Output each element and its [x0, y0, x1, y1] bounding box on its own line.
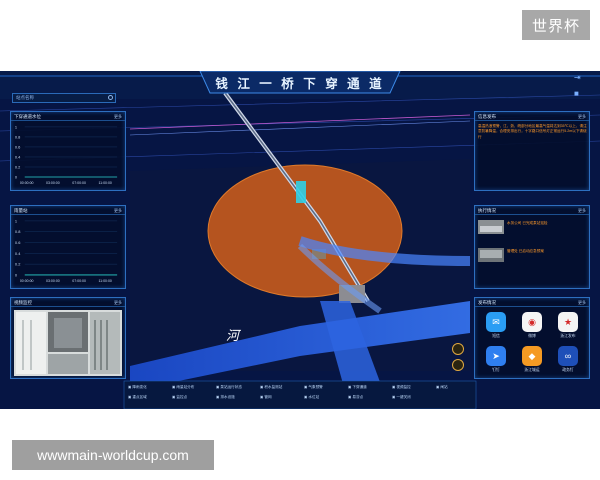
message-icon: ✉: [486, 312, 506, 332]
app-label: 短信: [492, 334, 500, 338]
water-level-more[interactable]: 更多: [114, 112, 122, 121]
water-level-ytick: 0.4: [15, 154, 21, 159]
layer-toggle-button[interactable]: [452, 343, 464, 355]
app-zhejiang[interactable]: ★ 浙江发布: [555, 312, 581, 339]
toolbar-item[interactable]: ▣ 泵站运行状态: [216, 385, 242, 390]
water-level-chart: 1 0.8 0.6 0.4 0.2 000:00:00 03:00:00 07:00:00 11…: [15, 124, 118, 185]
brand-badge: 世界杯: [522, 10, 590, 40]
app-message[interactable]: ✉ 短信: [483, 312, 509, 339]
toolbar-item[interactable]: ▣ 闸站: [436, 385, 448, 390]
video-panel: 视频监控 更多: [10, 297, 126, 379]
rain-ytick: 0.2: [15, 262, 20, 267]
water-level-title: 下穿通道水位: [11, 112, 125, 121]
river-label: 河: [226, 328, 240, 343]
page: 世界杯 钱 江 一 桥 下 穿 通 道 ⇥ ■ 站点名称 下穿通道水位 更多 1…: [0, 0, 600, 480]
release-more[interactable]: 更多: [578, 298, 586, 307]
toolbar-item[interactable]: ▣ 视频监控: [392, 385, 411, 390]
city-icon: ◆: [522, 346, 542, 366]
camera-icon[interactable]: ■: [574, 89, 579, 98]
rain-xtick: 07:00:00: [72, 279, 86, 283]
toolbar-item[interactable]: ▣ 雨量站分布: [172, 385, 194, 390]
search-icon[interactable]: [108, 95, 113, 100]
app-weibo[interactable]: ◉ 微博: [519, 312, 545, 339]
rain-ytick: 0.8: [15, 229, 21, 234]
release-panel: 发布情况 更多 ✉ 短信 ◉ 微博 ★ 浙江发布 ➤ 钉钉 ◆ 浙江城运 ∞ 政务钉: [474, 297, 590, 379]
url-badge: wwwmain-worldcup.com: [12, 440, 214, 470]
water-level-ytick: 0: [15, 174, 18, 179]
toolbar-item[interactable]: ▣ 积水监测站: [260, 385, 282, 390]
patrol-panel: 执行情况 更多 水务公司 已完成泵站巡检 管理处 已启动应急预案: [474, 205, 590, 289]
app-dingtalk[interactable]: ➤ 钉钉: [483, 346, 509, 373]
release-title: 发布情况: [475, 298, 589, 307]
infinity-icon: ∞: [558, 346, 578, 366]
toolbar-item[interactable]: ▣ 监控点: [172, 395, 187, 400]
patrol-line-2: 管理处 已启动应急预案: [507, 249, 544, 253]
news-panel: 信息发布 更多 高温热浪预警，江、浙、皖部分地区最高气温将达到35℃以上，请注意…: [474, 111, 590, 191]
toolbar-item[interactable]: ▣ 下穿通道: [348, 385, 367, 390]
app-label: 钉钉: [492, 368, 500, 372]
rain-xtick: 11:00:00: [98, 279, 111, 283]
toolbar-item[interactable]: ▣ 重点区域: [128, 395, 147, 400]
patrol-more[interactable]: 更多: [578, 206, 586, 215]
news-text: 高温热浪预警，江、浙、皖部分地区最高气温将达到35℃以上，请注意防暑降温，合理安…: [478, 124, 587, 139]
dashboard-screenshot: 钱 江 一 桥 下 穿 通 道 ⇥ ■ 站点名称 下穿通道水位 更多 1 0.8 0…: [0, 71, 600, 409]
app-label: 浙江发布: [560, 334, 576, 338]
app-label: 政务钉: [562, 368, 574, 372]
patrol-thumb-1[interactable]: [478, 220, 504, 234]
video-title: 视频监控: [11, 298, 125, 307]
water-level-ytick: 1: [15, 124, 17, 129]
water-level-ytick: 0.8: [15, 134, 20, 139]
rain-ytick: 0.6: [15, 240, 21, 245]
toolbar-item[interactable]: ▣ 降雨变化: [128, 385, 147, 390]
settings-toggle-button[interactable]: [452, 359, 464, 371]
water-level-xtick: 11:00:00: [98, 181, 111, 185]
water-level-ytick: 0.2: [15, 164, 20, 169]
video-more[interactable]: 更多: [114, 298, 122, 307]
toolbar-item[interactable]: ▣ 气象预警: [304, 385, 323, 390]
rain-more[interactable]: 更多: [114, 206, 122, 215]
app-grid: ✉ 短信 ◉ 微博 ★ 浙江发布 ➤ 钉钉 ◆ 浙江城运 ∞ 政务钉: [475, 308, 589, 378]
toolbar-item[interactable]: ▣ 管网: [260, 395, 272, 400]
water-level-xtick: 07:00:00: [72, 181, 86, 185]
app-infinity[interactable]: ∞ 政务钉: [555, 346, 581, 373]
toolbar-item[interactable]: ▣ 水位站: [304, 395, 319, 400]
search-input[interactable]: 站点名称: [12, 93, 116, 103]
toolbar-item[interactable]: ▣ 排水设施: [216, 395, 235, 400]
rain-panel: 雨量站 更多 1 0.8 0.6 0.4 0.2 0 00:00:00 03:00:00 07:…: [10, 205, 126, 289]
water-level-xtick: 00:00:00: [20, 181, 34, 185]
patrol-thumb-2[interactable]: [478, 248, 504, 262]
water-level-panel: 下穿通道水位 更多 1 0.8 0.6 0.4 0.2 0 00:00:00 03:00:00…: [10, 111, 126, 191]
page-title: 钱 江 一 桥 下 穿 通 道: [215, 76, 385, 91]
rain-ytick: 0.4: [15, 251, 21, 256]
zhejiang-icon: ★: [558, 312, 578, 332]
dingtalk-icon: ➤: [486, 346, 506, 366]
map-toolbar: ▣ 降雨变化 ▣ 雨量站分布 ▣ 泵站运行状态 ▣ 积水监测站 ▣ 气象预警 ▣ 下穿通道…: [124, 381, 476, 407]
rain-ytick: 1: [15, 218, 17, 223]
rain-ytick: 0: [15, 272, 18, 277]
rain-xtick: 00:00:00: [20, 279, 34, 283]
app-label: 浙江城运: [524, 368, 540, 372]
water-level-xtick: 03:00:00: [46, 181, 60, 185]
rain-title: 雨量站: [11, 206, 125, 215]
video-feed[interactable]: [14, 310, 122, 376]
patrol-title: 执行情况: [475, 206, 589, 215]
exit-icon[interactable]: ⇥: [574, 73, 581, 82]
app-label: 微博: [528, 334, 536, 338]
rain-xtick: 03:00:00: [46, 279, 60, 283]
rain-chart: 1 0.8 0.6 0.4 0.2 000:00:00 03:00:00 07:00:00 11…: [15, 218, 118, 283]
patrol-line-1: 水务公司 已完成泵站巡检: [507, 221, 548, 225]
water-level-ytick: 0.6: [15, 144, 20, 149]
toolbar-item[interactable]: ▣ 一键关闭: [392, 395, 411, 400]
news-title: 信息发布: [475, 112, 589, 121]
toolbar-item[interactable]: ▣ 易涝点: [348, 395, 363, 400]
news-more[interactable]: 更多: [578, 112, 586, 121]
app-city[interactable]: ◆ 浙江城运: [519, 346, 545, 373]
weibo-icon: ◉: [522, 312, 542, 332]
